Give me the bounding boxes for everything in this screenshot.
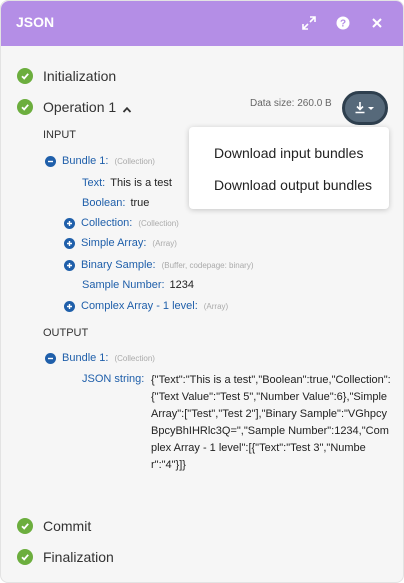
menu-download-input[interactable]: Download input bundles [214, 145, 363, 161]
bundle-label: Bundle 1: [62, 155, 109, 167]
json-string-key: JSON string: [82, 373, 145, 385]
step-label: Operation 1 [43, 99, 117, 115]
simple-array-type: (Array) [152, 238, 177, 248]
boolean-row: Boolean: true [82, 197, 149, 209]
complex-array-row[interactable]: Complex Array - 1 level: (Array) [64, 300, 228, 312]
step-label: Finalization [43, 549, 114, 565]
sample-number-key: Sample Number: [82, 279, 165, 291]
simple-array-row[interactable]: Simple Array: (Array) [64, 237, 177, 249]
download-button[interactable] [342, 91, 388, 125]
complex-array-type: (Array) [203, 301, 229, 311]
chevron-down-icon [368, 107, 374, 110]
step-label: Initialization [43, 68, 117, 84]
sample-number-value: 1234 [169, 279, 195, 291]
menu-download-output[interactable]: Download output bundles [214, 177, 372, 193]
svg-text:?: ? [340, 19, 346, 30]
chevron-up-icon[interactable] [122, 102, 132, 113]
check-icon [17, 68, 33, 84]
complex-array-key: Complex Array - 1 level: [81, 300, 198, 312]
download-icon [355, 102, 365, 114]
expand-icon[interactable] [64, 300, 75, 312]
step-operation[interactable]: Operation 1 [17, 99, 132, 115]
expand-icon[interactable] [64, 237, 75, 249]
binary-sample-row[interactable]: Binary Sample: (Buffer, codepage: binary… [64, 259, 254, 271]
input-label: INPUT [43, 129, 76, 141]
step-commit[interactable]: Commit [17, 518, 91, 534]
bundle-type: (Collection) [114, 156, 155, 166]
collection-row[interactable]: Collection: (Collection) [64, 217, 179, 229]
bundle-label: Bundle 1: [62, 352, 109, 364]
check-icon [17, 518, 33, 534]
collection-type: (Collection) [138, 218, 179, 228]
sample-number-row: Sample Number: 1234 [82, 279, 194, 291]
expand-icon[interactable] [64, 259, 75, 271]
check-icon [17, 99, 33, 115]
collapse-icon[interactable] [45, 155, 56, 167]
expand-icon[interactable] [298, 12, 320, 34]
text-key: Text: [82, 177, 106, 189]
boolean-key: Boolean: [82, 197, 126, 209]
data-size: Data size: 260.0 B [250, 98, 332, 109]
panel-title: JSON [16, 14, 55, 30]
text-row: Text: This is a test [82, 177, 172, 189]
input-bundle-row[interactable]: Bundle 1: (Collection) [45, 155, 155, 167]
expand-icon[interactable] [64, 217, 75, 229]
text-value: This is a test [110, 177, 172, 189]
json-output-panel: JSON ? Initialization Operation 1 Data s… [0, 0, 404, 583]
json-string-value: {"Text":"This is a test","Boolean":true,… [151, 374, 391, 471]
help-icon[interactable]: ? [332, 12, 354, 34]
step-label: Commit [43, 518, 92, 534]
collapse-icon[interactable] [45, 352, 56, 364]
step-initialization[interactable]: Initialization [17, 68, 116, 84]
collection-key: Collection: [81, 217, 133, 229]
close-icon[interactable] [366, 12, 388, 34]
check-icon [17, 549, 33, 565]
step-finalization[interactable]: Finalization [17, 549, 114, 565]
simple-array-key: Simple Array: [81, 237, 147, 249]
output-label: OUTPUT [43, 327, 89, 339]
output-bundle-row[interactable]: Bundle 1: (Collection) [45, 352, 155, 364]
panel-header: JSON ? [1, 1, 403, 46]
binary-sample-type: (Buffer, codepage: binary) [161, 260, 254, 270]
download-menu: Download input bundles Download output b… [189, 127, 389, 209]
binary-sample-key: Binary Sample: [81, 259, 156, 271]
bundle-type: (Collection) [114, 353, 155, 363]
boolean-value: true [130, 197, 150, 209]
